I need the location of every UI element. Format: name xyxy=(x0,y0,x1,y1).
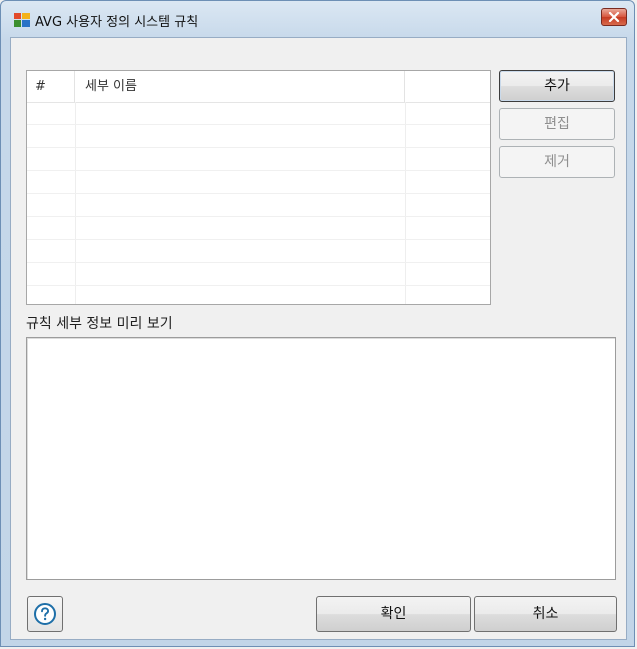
edit-button[interactable]: 편집 xyxy=(499,108,615,140)
remove-button[interactable]: 제거 xyxy=(499,146,615,178)
list-row-empty xyxy=(27,286,490,304)
rule-detail-preview[interactable] xyxy=(26,337,616,580)
list-row-empty xyxy=(27,148,490,171)
list-row-empty xyxy=(27,217,490,240)
list-rows xyxy=(27,102,490,304)
list-row-empty xyxy=(27,125,490,148)
column-header-detail-name[interactable]: 세부 이름 xyxy=(75,71,405,102)
rules-list[interactable]: # 세부 이름 xyxy=(26,70,491,305)
dialog-body: # 세부 이름 추가 편집 제거 규칙 세부 정보 미리 보기 확인 취소 xyxy=(10,37,627,640)
list-row-empty xyxy=(27,263,490,286)
column-header-extra[interactable] xyxy=(405,71,490,102)
title-bar[interactable]: AVG 사용자 정의 시스템 규칙 xyxy=(1,1,634,37)
add-button[interactable]: 추가 xyxy=(499,70,615,102)
close-icon xyxy=(608,12,620,22)
list-row-empty xyxy=(27,102,490,125)
close-button[interactable] xyxy=(601,8,627,26)
ok-button[interactable]: 확인 xyxy=(316,596,471,632)
column-header-number[interactable]: # xyxy=(27,71,75,102)
help-icon xyxy=(34,603,56,625)
preview-label: 규칙 세부 정보 미리 보기 xyxy=(26,316,173,332)
list-header: # 세부 이름 xyxy=(27,71,490,103)
window-title: AVG 사용자 정의 시스템 규칙 xyxy=(35,15,199,30)
cancel-button[interactable]: 취소 xyxy=(474,596,617,632)
dialog-window: AVG 사용자 정의 시스템 규칙 # 세부 이름 추가 편집 제거 규칙 세부… xyxy=(0,0,635,647)
avg-logo-icon xyxy=(14,13,30,27)
list-row-empty xyxy=(27,171,490,194)
help-button[interactable] xyxy=(27,596,63,632)
list-row-empty xyxy=(27,194,490,217)
list-row-empty xyxy=(27,240,490,263)
